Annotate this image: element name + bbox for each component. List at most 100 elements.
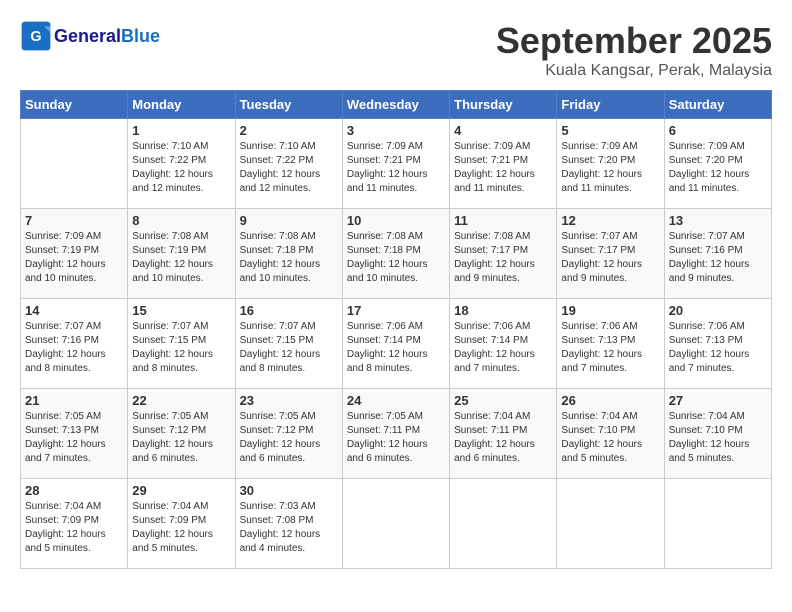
- day-info: Sunrise: 7:08 AM Sunset: 7:17 PM Dayligh…: [454, 230, 552, 286]
- month-title: September 2025: [496, 20, 772, 62]
- calendar-cell: 15 Sunrise: 7:07 AM Sunset: 7:15 PM Dayli…: [128, 299, 235, 389]
- calendar-cell: 6 Sunrise: 7:09 AM Sunset: 7:20 PM Daylig…: [664, 119, 771, 209]
- day-info: Sunrise: 7:08 AM Sunset: 7:18 PM Dayligh…: [240, 230, 338, 286]
- calendar-cell: 9 Sunrise: 7:08 AM Sunset: 7:18 PM Daylig…: [235, 209, 342, 299]
- day-number: 24: [347, 393, 445, 408]
- calendar-cell: [664, 479, 771, 569]
- svg-text:G: G: [30, 29, 41, 45]
- day-info: Sunrise: 7:05 AM Sunset: 7:11 PM Dayligh…: [347, 410, 445, 466]
- week-row-1: 1 Sunrise: 7:10 AM Sunset: 7:22 PM Daylig…: [21, 119, 772, 209]
- day-info: Sunrise: 7:06 AM Sunset: 7:14 PM Dayligh…: [454, 320, 552, 376]
- day-info: Sunrise: 7:04 AM Sunset: 7:10 PM Dayligh…: [669, 410, 767, 466]
- day-info: Sunrise: 7:06 AM Sunset: 7:13 PM Dayligh…: [669, 320, 767, 376]
- calendar-header: Sunday Monday Tuesday Wednesday Thursday…: [21, 91, 772, 119]
- calendar-cell: 22 Sunrise: 7:05 AM Sunset: 7:12 PM Dayli…: [128, 389, 235, 479]
- day-info: Sunrise: 7:07 AM Sunset: 7:15 PM Dayligh…: [132, 320, 230, 376]
- calendar-cell: 7 Sunrise: 7:09 AM Sunset: 7:19 PM Daylig…: [21, 209, 128, 299]
- day-number: 21: [25, 393, 123, 408]
- day-info: Sunrise: 7:06 AM Sunset: 7:13 PM Dayligh…: [561, 320, 659, 376]
- day-info: Sunrise: 7:03 AM Sunset: 7:08 PM Dayligh…: [240, 500, 338, 556]
- day-info: Sunrise: 7:10 AM Sunset: 7:22 PM Dayligh…: [132, 140, 230, 196]
- col-saturday: Saturday: [664, 91, 771, 119]
- calendar-cell: 23Sunrise: 7:05 AM Sunset: 7:12 PM Dayli…: [235, 389, 342, 479]
- day-info: Sunrise: 7:09 AM Sunset: 7:20 PM Dayligh…: [561, 140, 659, 196]
- day-number: 16: [240, 303, 338, 318]
- calendar-cell: 27 Sunrise: 7:04 AM Sunset: 7:10 PM Dayli…: [664, 389, 771, 479]
- day-info: Sunrise: 7:04 AM Sunset: 7:11 PM Dayligh…: [454, 410, 552, 466]
- day-number: 27: [669, 393, 767, 408]
- col-friday: Friday: [557, 91, 664, 119]
- day-number: 11: [454, 213, 552, 228]
- day-number: 13: [669, 213, 767, 228]
- day-number: 5: [561, 123, 659, 138]
- logo: G GeneralBlue: [20, 20, 160, 52]
- calendar-cell: [21, 119, 128, 209]
- day-info: Sunrise: 7:09 AM Sunset: 7:20 PM Dayligh…: [669, 140, 767, 196]
- calendar-cell: 4 Sunrise: 7:09 AM Sunset: 7:21 PM Daylig…: [450, 119, 557, 209]
- day-number: 15: [132, 303, 230, 318]
- day-number: 20: [669, 303, 767, 318]
- calendar-cell: 28 Sunrise: 7:04 AM Sunset: 7:09 PM Dayli…: [21, 479, 128, 569]
- calendar-table: Sunday Monday Tuesday Wednesday Thursday…: [20, 90, 772, 569]
- calendar-cell: 16 Sunrise: 7:07 AM Sunset: 7:15 PM Dayli…: [235, 299, 342, 389]
- day-number: 28: [25, 483, 123, 498]
- calendar-cell: 5 Sunrise: 7:09 AM Sunset: 7:20 PM Daylig…: [557, 119, 664, 209]
- location: Kuala Kangsar, Perak, Malaysia: [496, 62, 772, 80]
- calendar-cell: [557, 479, 664, 569]
- week-row-3: 14Sunrise: 7:07 AM Sunset: 7:16 PM Dayli…: [21, 299, 772, 389]
- day-number: 10: [347, 213, 445, 228]
- day-number: 1: [132, 123, 230, 138]
- week-row-5: 28 Sunrise: 7:04 AM Sunset: 7:09 PM Dayli…: [21, 479, 772, 569]
- day-info: Sunrise: 7:09 AM Sunset: 7:19 PM Dayligh…: [25, 230, 123, 286]
- calendar-cell: 30 Sunrise: 7:03 AM Sunset: 7:08 PM Dayli…: [235, 479, 342, 569]
- calendar-cell: 26Sunrise: 7:04 AM Sunset: 7:10 PM Dayli…: [557, 389, 664, 479]
- calendar-cell: 17Sunrise: 7:06 AM Sunset: 7:14 PM Dayli…: [342, 299, 449, 389]
- col-tuesday: Tuesday: [235, 91, 342, 119]
- day-number: 9: [240, 213, 338, 228]
- calendar-body: 1 Sunrise: 7:10 AM Sunset: 7:22 PM Daylig…: [21, 119, 772, 569]
- col-wednesday: Wednesday: [342, 91, 449, 119]
- day-number: 8: [132, 213, 230, 228]
- calendar-cell: 21Sunrise: 7:05 AM Sunset: 7:13 PM Dayli…: [21, 389, 128, 479]
- day-number: 6: [669, 123, 767, 138]
- calendar-cell: [342, 479, 449, 569]
- calendar-cell: 29 Sunrise: 7:04 AM Sunset: 7:09 PM Dayli…: [128, 479, 235, 569]
- day-info: Sunrise: 7:04 AM Sunset: 7:09 PM Dayligh…: [25, 500, 123, 556]
- calendar-cell: 14Sunrise: 7:07 AM Sunset: 7:16 PM Dayli…: [21, 299, 128, 389]
- day-number: 12: [561, 213, 659, 228]
- day-number: 29: [132, 483, 230, 498]
- col-monday: Monday: [128, 91, 235, 119]
- day-number: 4: [454, 123, 552, 138]
- day-number: 18: [454, 303, 552, 318]
- day-info: Sunrise: 7:04 AM Sunset: 7:09 PM Dayligh…: [132, 500, 230, 556]
- calendar-cell: 11 Sunrise: 7:08 AM Sunset: 7:17 PM Dayli…: [450, 209, 557, 299]
- day-number: 22: [132, 393, 230, 408]
- week-row-4: 21Sunrise: 7:05 AM Sunset: 7:13 PM Dayli…: [21, 389, 772, 479]
- calendar-cell: 24 Sunrise: 7:05 AM Sunset: 7:11 PM Dayli…: [342, 389, 449, 479]
- day-info: Sunrise: 7:10 AM Sunset: 7:22 PM Dayligh…: [240, 140, 338, 196]
- col-sunday: Sunday: [21, 91, 128, 119]
- day-info: Sunrise: 7:09 AM Sunset: 7:21 PM Dayligh…: [347, 140, 445, 196]
- day-info: Sunrise: 7:05 AM Sunset: 7:12 PM Dayligh…: [132, 410, 230, 466]
- calendar-cell: 20 Sunrise: 7:06 AM Sunset: 7:13 PM Dayli…: [664, 299, 771, 389]
- day-info: Sunrise: 7:07 AM Sunset: 7:15 PM Dayligh…: [240, 320, 338, 376]
- day-number: 17: [347, 303, 445, 318]
- calendar-cell: 12 Sunrise: 7:07 AM Sunset: 7:17 PM Dayli…: [557, 209, 664, 299]
- calendar-cell: 2Sunrise: 7:10 AM Sunset: 7:22 PM Daylig…: [235, 119, 342, 209]
- calendar-cell: 13 Sunrise: 7:07 AM Sunset: 7:16 PM Dayli…: [664, 209, 771, 299]
- day-info: Sunrise: 7:07 AM Sunset: 7:16 PM Dayligh…: [669, 230, 767, 286]
- calendar-cell: 10Sunrise: 7:08 AM Sunset: 7:18 PM Dayli…: [342, 209, 449, 299]
- day-number: 7: [25, 213, 123, 228]
- logo-blue: Blue: [121, 26, 160, 46]
- calendar-cell: 25Sunrise: 7:04 AM Sunset: 7:11 PM Dayli…: [450, 389, 557, 479]
- day-number: 30: [240, 483, 338, 498]
- header: G GeneralBlue September 2025 Kuala Kangs…: [20, 20, 772, 80]
- day-info: Sunrise: 7:09 AM Sunset: 7:21 PM Dayligh…: [454, 140, 552, 196]
- day-info: Sunrise: 7:05 AM Sunset: 7:12 PM Dayligh…: [240, 410, 338, 466]
- logo-icon: G: [20, 20, 52, 52]
- calendar-cell: 18 Sunrise: 7:06 AM Sunset: 7:14 PM Dayli…: [450, 299, 557, 389]
- calendar-cell: 1 Sunrise: 7:10 AM Sunset: 7:22 PM Daylig…: [128, 119, 235, 209]
- week-row-2: 7 Sunrise: 7:09 AM Sunset: 7:19 PM Daylig…: [21, 209, 772, 299]
- day-info: Sunrise: 7:07 AM Sunset: 7:17 PM Dayligh…: [561, 230, 659, 286]
- title-area: September 2025 Kuala Kangsar, Perak, Mal…: [496, 20, 772, 80]
